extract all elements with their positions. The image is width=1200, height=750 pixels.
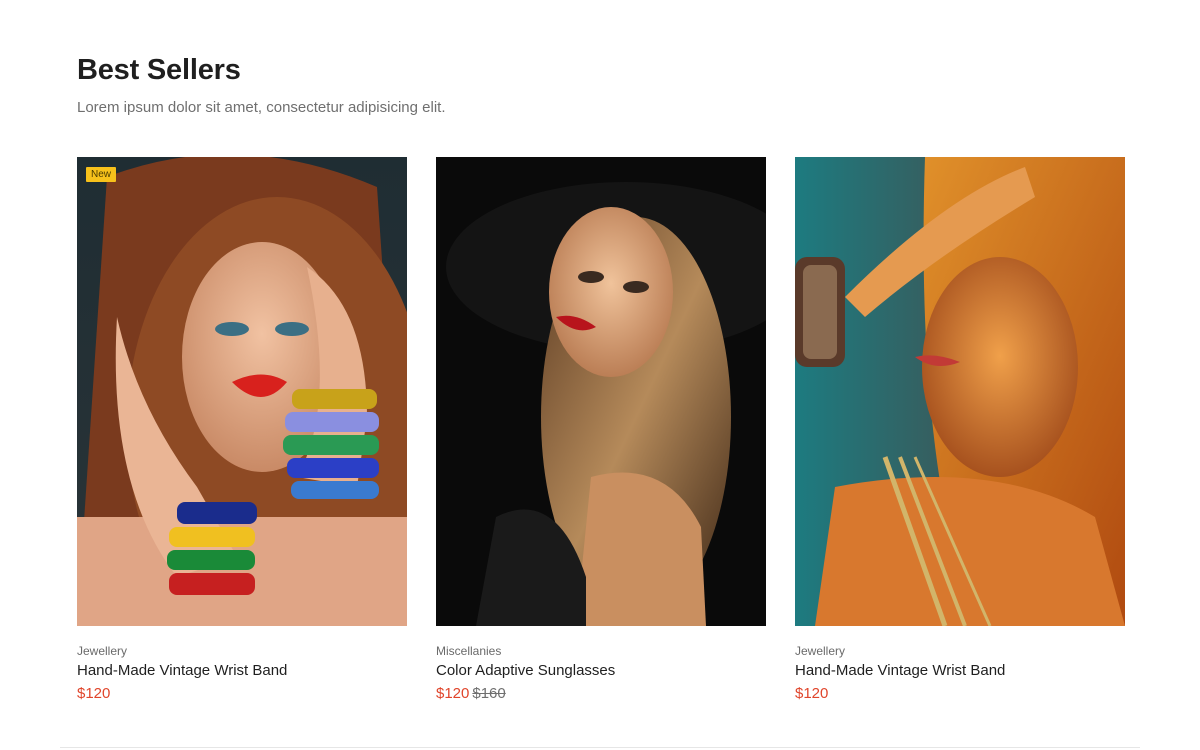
product-name[interactable]: Hand-Made Vintage Wrist Band (795, 662, 1125, 679)
product-card[interactable]: Miscellanies Color Adaptive Sunglasses $… (436, 157, 766, 702)
product-photo-model-hat (436, 157, 766, 626)
new-badge: New (86, 167, 117, 182)
product-price: $120 (77, 685, 111, 702)
product-price: $120 (795, 685, 829, 702)
product-photo-model-bracelets (77, 157, 407, 626)
product-card[interactable]: New Jewellery Hand-Made Vintage Wrist Ba… (77, 157, 407, 702)
product-card[interactable]: Jewellery Hand-Made Vintage Wrist Band $… (795, 157, 1125, 702)
product-name[interactable]: Color Adaptive Sunglasses (436, 662, 766, 679)
section-divider (60, 747, 1140, 748)
product-old-price: $160 (472, 685, 506, 702)
price-row: $120 (77, 685, 407, 702)
product-image[interactable]: New (77, 157, 407, 626)
product-image[interactable] (436, 157, 766, 626)
section-title: Best Sellers (77, 54, 241, 86)
price-row: $120 (795, 685, 1125, 702)
product-category[interactable]: Jewellery (795, 644, 1125, 658)
product-name[interactable]: Hand-Made Vintage Wrist Band (77, 662, 407, 679)
product-grid: New Jewellery Hand-Made Vintage Wrist Ba… (77, 157, 1125, 702)
product-category[interactable]: Miscellanies (436, 644, 766, 658)
product-price: $120 (436, 685, 470, 702)
product-photo-model-cuff (795, 157, 1125, 626)
price-row: $120 $160 (436, 685, 766, 702)
best-sellers-section: Best Sellers Lorem ipsum dolor sit amet,… (0, 0, 1200, 750)
product-category[interactable]: Jewellery (77, 644, 407, 658)
section-subtitle: Lorem ipsum dolor sit amet, consectetur … (77, 99, 446, 116)
product-image[interactable] (795, 157, 1125, 626)
